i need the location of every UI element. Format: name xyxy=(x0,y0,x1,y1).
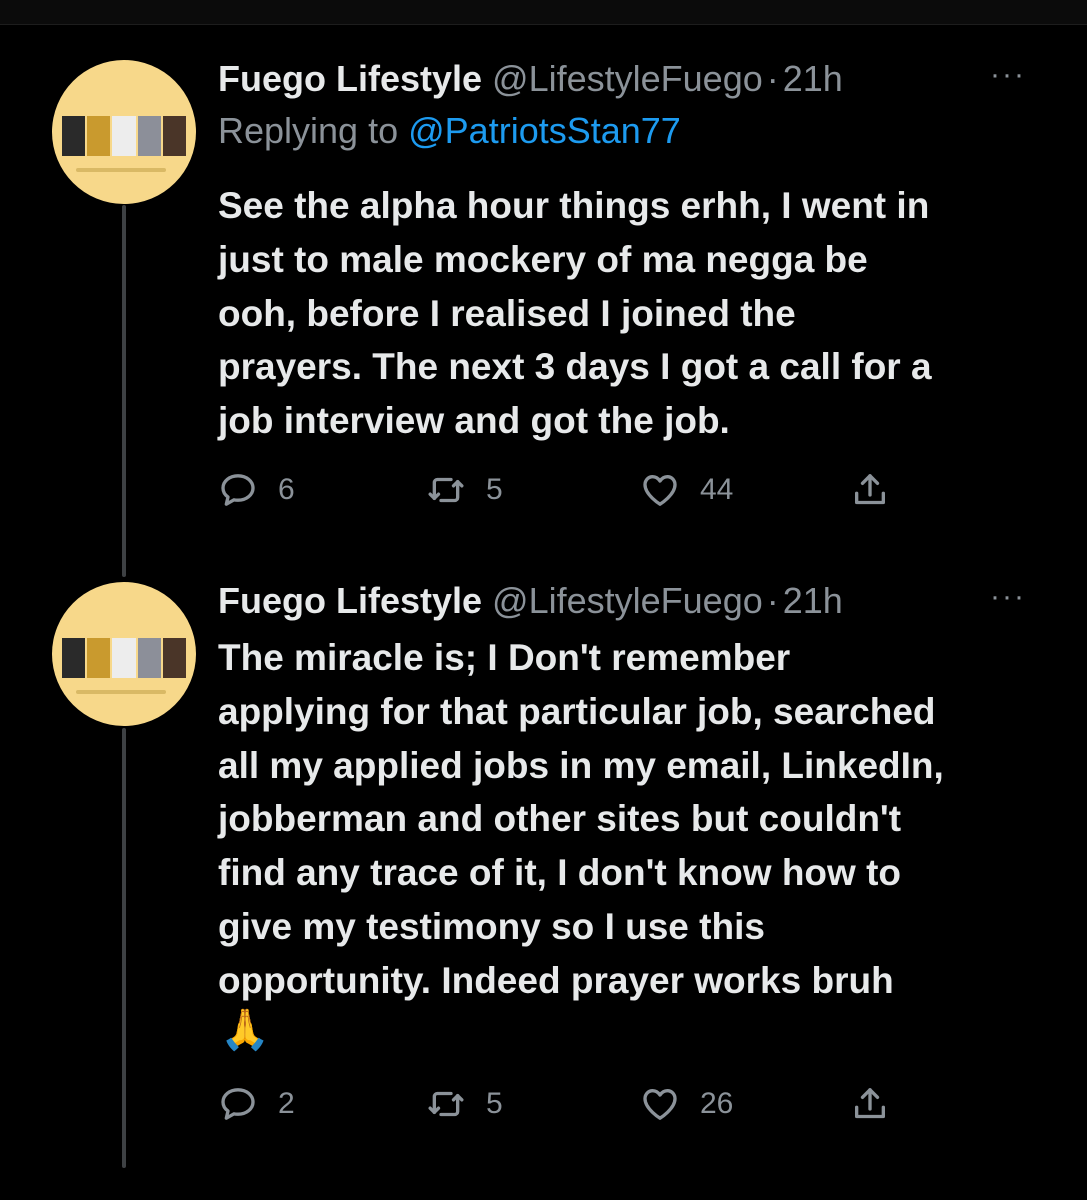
share-button[interactable] xyxy=(850,1084,890,1124)
retweet-count: 5 xyxy=(486,473,503,506)
tweet-text-line: ooh, before I realised I joined the xyxy=(218,292,796,334)
avatar-banner xyxy=(76,168,166,172)
author-name[interactable]: Fuego Lifestyle xyxy=(218,58,482,100)
tweet-text-line: job interview and got the job. xyxy=(218,400,730,442)
tweet-text-line: prayers. The next 3 days I got a call fo… xyxy=(218,346,932,388)
more-options-icon[interactable]: ··· xyxy=(990,582,1026,612)
more-options-icon[interactable]: ··· xyxy=(990,60,1026,90)
top-bar xyxy=(0,0,1087,25)
reply-button[interactable]: 2 xyxy=(218,1084,295,1124)
tweet-text: See the alpha hour things erhh, I went i… xyxy=(218,179,1048,448)
timestamp[interactable]: 21h xyxy=(783,58,843,100)
retweet-icon xyxy=(428,1091,464,1117)
share-button[interactable] xyxy=(850,470,890,510)
tweet-text-line: jobberman and other sites but couldn't xyxy=(218,798,902,840)
share-icon xyxy=(855,1088,885,1119)
author-handle[interactable]: @LifestyleFuego xyxy=(492,58,763,100)
replying-to: Replying to @PatriotsStan77 xyxy=(218,110,681,152)
reply-count: 2 xyxy=(278,1087,295,1120)
thread-line xyxy=(122,205,126,577)
timestamp[interactable]: 21h xyxy=(783,580,843,622)
heart-icon xyxy=(643,475,677,506)
tweet-text-line: See the alpha hour things erhh, I went i… xyxy=(218,185,930,226)
tweet-actions: 6 5 44 xyxy=(218,470,918,510)
author-handle[interactable]: @LifestyleFuego xyxy=(492,580,763,622)
tweet-text-line: give my testimony so I use this xyxy=(218,905,765,947)
retweet-button[interactable]: 5 xyxy=(426,1084,503,1124)
avatar-image xyxy=(62,116,187,156)
speech-bubble-icon xyxy=(221,1088,255,1120)
avatar-image xyxy=(62,638,187,678)
retweet-button[interactable]: 5 xyxy=(426,470,503,510)
tweet-text-line: find any trace of it, I don't know how t… xyxy=(218,852,902,894)
tweet-text-line: opportunity. Indeed prayer works bruh xyxy=(218,959,894,1001)
folded-hands-emoji: 🙏 xyxy=(220,1007,270,1053)
separator: · xyxy=(766,580,779,621)
share-icon xyxy=(855,474,885,505)
mention-link[interactable]: @PatriotsStan77 xyxy=(408,110,681,151)
tweet-text-line: all my applied jobs in my email, LinkedI… xyxy=(218,744,944,786)
like-button[interactable]: 44 xyxy=(640,470,733,510)
retweet-count: 5 xyxy=(486,1087,503,1120)
separator: · xyxy=(766,58,779,99)
tweet-header: Fuego Lifestyle @LifestyleFuego · 21h xyxy=(218,52,843,106)
thread-line xyxy=(122,728,126,1168)
tweet-actions: 2 5 26 xyxy=(218,1084,918,1124)
tweet-text: The miracle is; I Don't remember applyin… xyxy=(218,631,1048,1008)
avatar[interactable] xyxy=(52,60,196,204)
reply-count: 6 xyxy=(278,473,295,506)
heart-icon xyxy=(643,1089,677,1120)
avatar[interactable] xyxy=(52,582,196,726)
replying-label: Replying to xyxy=(218,110,399,151)
tweet-header: Fuego Lifestyle @LifestyleFuego · 21h xyxy=(218,574,843,628)
like-count: 26 xyxy=(700,1087,734,1120)
tweet-text-line: just to male mockery of ma negga be xyxy=(218,238,868,280)
speech-bubble-icon xyxy=(221,474,255,506)
tweet-text-line: applying for that particular job, search… xyxy=(218,690,936,732)
author-name[interactable]: Fuego Lifestyle xyxy=(218,580,482,622)
reply-button[interactable]: 6 xyxy=(218,470,295,510)
avatar-banner xyxy=(76,690,166,694)
like-button[interactable]: 26 xyxy=(640,1084,733,1124)
retweet-icon xyxy=(428,477,464,503)
like-count: 44 xyxy=(700,473,734,506)
tweet-text-line: The miracle is; I Don't remember xyxy=(218,637,791,678)
